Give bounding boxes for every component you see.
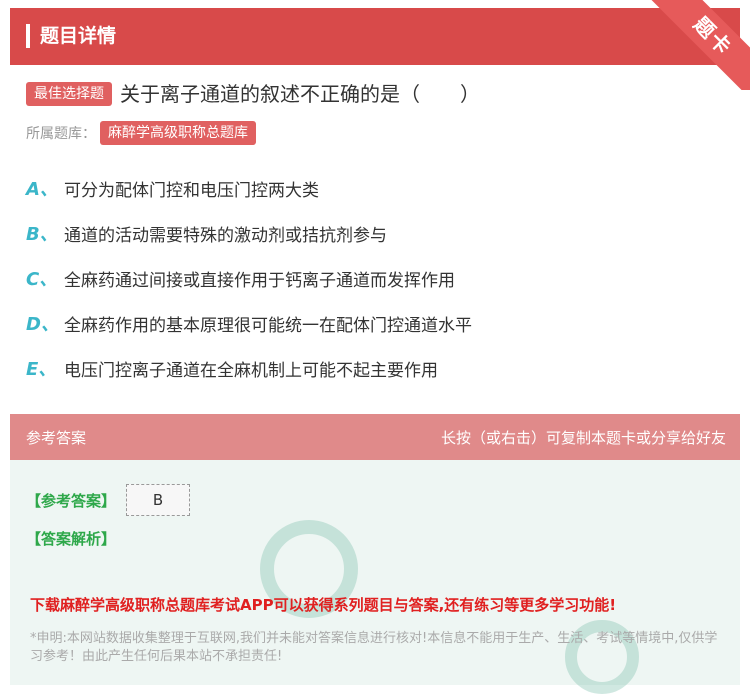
- share-hint: 长按（或右击）可复制本题卡或分享给好友: [440, 429, 726, 447]
- analysis-label: 【答案解析】: [26, 530, 117, 548]
- corner-ribbon: 题卡: [650, 0, 750, 90]
- options-list: A、 可分为配体门控和电压门控两大类 B、 通道的活动需要特殊的激动剂或拮抗剂参…: [26, 174, 472, 399]
- disclaimer-text: *申明:本网站数据收集整理于互联网,我们并未能对答案信息进行核对!本信息不能用于…: [30, 631, 718, 664]
- question-line: 最佳选择题 关于离子通道的叙述不正确的是（ ）: [26, 80, 480, 108]
- option-letter: A、: [26, 179, 58, 200]
- option-text: 可分为配体门控和电压门控两大类: [64, 180, 319, 201]
- answer-label: 【参考答案】: [26, 491, 117, 510]
- library-tag[interactable]: 麻醉学高级职称总题库: [100, 121, 256, 145]
- question-type-tag: 最佳选择题: [26, 82, 112, 106]
- option-c[interactable]: C、 全麻药通过间接或直接作用于钙离子通道而发挥作用: [26, 264, 472, 292]
- question-text: 关于离子通道的叙述不正确的是（ ）: [120, 82, 480, 106]
- option-letter: C、: [26, 269, 58, 290]
- option-b[interactable]: B、 通道的活动需要特殊的激动剂或拮抗剂参与: [26, 219, 472, 247]
- option-text: 全麻药作用的基本原理很可能统一在配体门控通道水平: [64, 315, 472, 336]
- option-d[interactable]: D、 全麻药作用的基本原理很可能统一在配体门控通道水平: [26, 309, 472, 337]
- app-promo-text[interactable]: 下载麻醉学高级职称总题库考试APP可以获得系列题目与答案,还有练习等更多学习功能…: [30, 594, 616, 615]
- option-letter: D、: [26, 314, 59, 335]
- header-accent-bar: [26, 24, 30, 48]
- option-text: 全麻药通过间接或直接作用于钙离子通道而发挥作用: [64, 270, 455, 291]
- page-title: 题目详情: [40, 25, 117, 47]
- answer-value: B: [126, 484, 191, 516]
- answer-section-title: 参考答案: [26, 429, 87, 447]
- option-a[interactable]: A、 可分为配体门控和电压门控两大类: [26, 174, 472, 202]
- answer-section-header: 参考答案 长按（或右击）可复制本题卡或分享给好友: [10, 414, 740, 460]
- option-letter: E、: [26, 359, 57, 380]
- ribbon-label: 题卡: [650, 0, 750, 90]
- answer-row: 【参考答案】 B: [26, 484, 191, 516]
- option-text: 通道的活动需要特殊的激动剂或拮抗剂参与: [64, 225, 387, 246]
- option-letter: B、: [26, 224, 58, 245]
- option-e[interactable]: E、 电压门控离子通道在全麻机制上可能不起主要作用: [26, 354, 472, 382]
- library-line: 所属题库： 麻醉学高级职称总题库: [26, 120, 256, 146]
- option-text: 电压门控离子通道在全麻机制上可能不起主要作用: [64, 360, 438, 381]
- library-label: 所属题库：: [26, 126, 96, 142]
- page-header: 题目详情: [10, 8, 740, 65]
